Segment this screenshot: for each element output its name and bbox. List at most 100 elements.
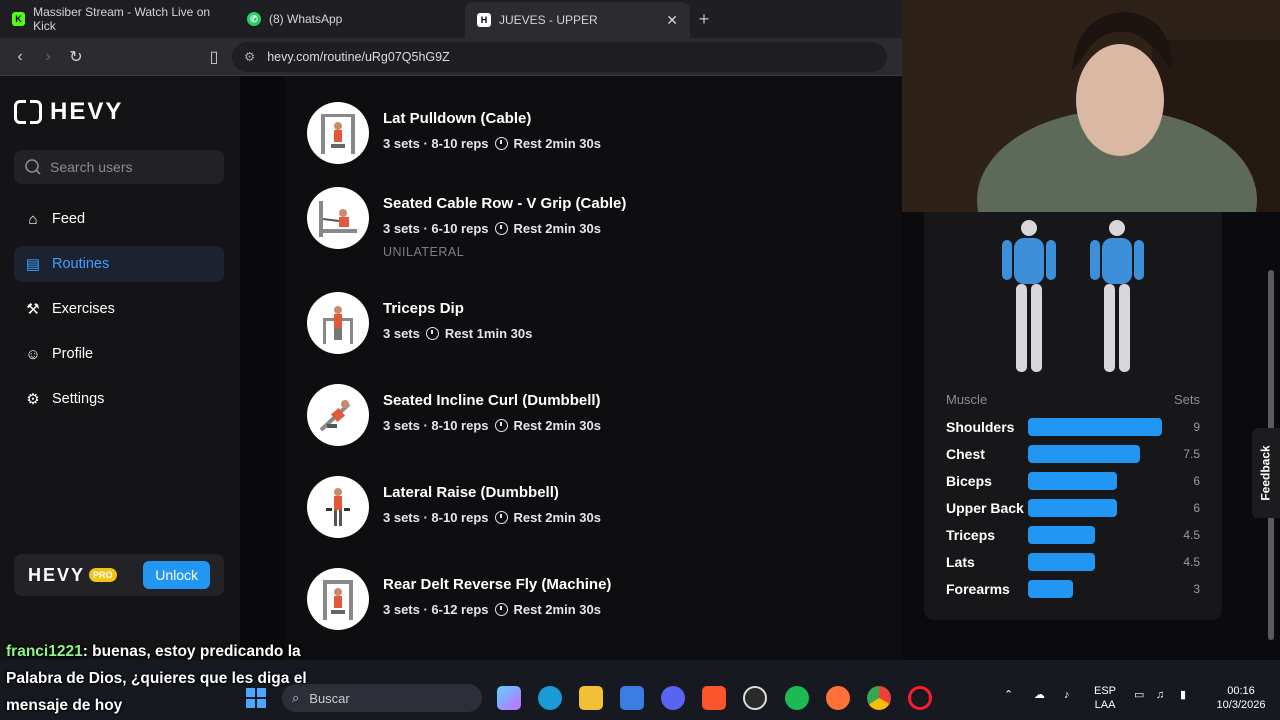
exercise-item[interactable]: Triceps Dip 3 sets Rest 1min 30s — [307, 292, 532, 354]
exercise-meta: 3 sets Rest 1min 30s — [383, 326, 532, 341]
network-icon[interactable]: ☁ — [1034, 688, 1045, 702]
feedback-button[interactable]: Feedback — [1252, 428, 1280, 518]
forward-icon[interactable]: › — [34, 48, 62, 66]
microphone-icon[interactable]: ♪ — [1064, 688, 1070, 702]
tab-label: (8) WhatsApp — [269, 12, 343, 26]
back-icon[interactable]: ‹ — [6, 48, 34, 66]
file-explorer-icon[interactable] — [579, 686, 603, 710]
timer-icon — [494, 222, 508, 235]
address-bar: ‹ › ↻ ▯ ⚙ hevy.com/routine/uRg07Q5hG9Z — [0, 38, 902, 76]
exercise-thumbnail — [307, 568, 369, 630]
close-tab-icon[interactable]: ✕ — [666, 12, 678, 29]
exercise-item[interactable]: Lateral Raise (Dumbbell) 3 sets · 8-10 r… — [307, 476, 601, 538]
display-icon[interactable]: ▭ — [1134, 688, 1144, 702]
muscle-bar-track — [1028, 553, 1178, 571]
tab-whatsapp[interactable]: ✆ (8) WhatsApp — [235, 0, 465, 38]
exercise-item[interactable]: Seated Cable Row - V Grip (Cable) 3 sets… — [307, 187, 626, 259]
discord-icon[interactable] — [661, 686, 685, 710]
muscle-sets-value: 3 — [1193, 582, 1200, 596]
muscle-bar — [1028, 553, 1095, 571]
sidebar-item-label: Routines — [52, 256, 110, 272]
firefox-icon[interactable] — [826, 686, 850, 710]
exercise-sets: 3 sets · 8-10 reps — [383, 136, 489, 151]
exercise-item[interactable]: Lat Pulldown (Cable) 3 sets · 8-10 reps R… — [307, 102, 601, 164]
new-tab-button[interactable]: + — [690, 9, 718, 30]
muscle-row: Upper Back 6 — [946, 498, 1200, 518]
pro-logo-text: HEVY — [28, 564, 86, 585]
streamer-webcam-image — [902, 0, 1280, 212]
exercise-item[interactable]: Seated Incline Curl (Dumbbell) 3 sets · … — [307, 384, 601, 446]
stream-chat-message: franci1221: buenas, estoy predicando la … — [0, 632, 330, 720]
muscle-name: Chest — [946, 446, 985, 462]
muscle-bar-track — [1028, 418, 1178, 436]
sidebar-item-label: Settings — [52, 391, 105, 407]
url-field[interactable]: ⚙ hevy.com/routine/uRg07Q5hG9Z — [232, 41, 887, 72]
logo-text: HEVY — [50, 98, 124, 125]
exercise-rest: Rest 2min 30s — [513, 602, 601, 617]
exercise-name: Seated Incline Curl (Dumbbell) — [383, 392, 601, 409]
exercise-meta: 3 sets · 6-12 reps Rest 2min 30s — [383, 602, 611, 617]
battery-icon[interactable]: ▮ — [1180, 688, 1186, 702]
muscle-sets-value: 4.5 — [1183, 555, 1200, 569]
sidebar-item-label: Exercises — [52, 301, 115, 317]
browser-tab-bar: K Massiber Stream - Watch Live on Kick ✆… — [0, 0, 902, 38]
exercise-name: Lat Pulldown (Cable) — [383, 110, 532, 127]
tab-hevy[interactable]: H JUEVES - UPPER ✕ — [465, 2, 690, 38]
exercise-meta: 3 sets · 8-10 reps Rest 2min 30s — [383, 510, 601, 525]
muscle-row: Triceps 4.5 — [946, 525, 1200, 545]
language-top: ESP — [1094, 685, 1117, 697]
search-icon — [25, 159, 41, 175]
reload-icon[interactable]: ↻ — [62, 47, 90, 67]
chevron-up-icon[interactable]: ⌃ — [1004, 688, 1013, 702]
muscle-bar — [1028, 580, 1073, 598]
spotify-icon[interactable] — [785, 686, 809, 710]
muscle-row: Biceps 6 — [946, 471, 1200, 491]
body-diagram-image — [1002, 220, 1144, 372]
muscle-table-header: Muscle Sets — [946, 392, 1200, 407]
muscle-name: Lats — [946, 554, 975, 570]
language-indicator[interactable]: ESP LAA — [1094, 684, 1116, 712]
gear-icon: ⚙ — [26, 391, 40, 408]
exercise-thumbnail — [307, 102, 369, 164]
exercise-meta: 3 sets · 8-10 reps Rest 2min 30s — [383, 136, 601, 151]
chrome-icon[interactable] — [867, 686, 891, 710]
muscle-bar — [1028, 526, 1095, 544]
exercise-item[interactable]: Rear Delt Reverse Fly (Machine) 3 sets ·… — [307, 568, 611, 630]
clock[interactable]: 00:16 10/3/2026 — [1210, 684, 1272, 712]
home-icon: ⌂ — [28, 210, 38, 228]
store-icon[interactable] — [620, 686, 644, 710]
sidebar-item-exercises[interactable]: ⚒ Exercises — [14, 291, 224, 327]
obs-icon[interactable] — [743, 686, 767, 710]
muscle-bar — [1028, 445, 1140, 463]
muscle-bar-track — [1028, 526, 1178, 544]
muscle-sets-value: 4.5 — [1183, 528, 1200, 542]
exercise-sets: 3 sets · 8-10 reps — [383, 418, 489, 433]
exercise-sets: 3 sets — [383, 326, 420, 341]
unlock-button[interactable]: Unlock — [143, 561, 210, 589]
volume-icon[interactable]: ♫ — [1156, 688, 1164, 702]
exercise-rest: Rest 2min 30s — [513, 221, 601, 236]
feedback-label: Feedback — [1259, 445, 1274, 501]
exercise-sets: 3 sets · 8-10 reps — [383, 510, 489, 525]
tab-kick[interactable]: K Massiber Stream - Watch Live on Kick — [0, 0, 235, 38]
opera-icon[interactable] — [908, 686, 932, 710]
bookmark-icon[interactable]: ▯ — [200, 47, 228, 67]
exercise-thumbnail — [307, 384, 369, 446]
brave-icon[interactable] — [702, 686, 726, 710]
hevy-logo-mark-icon — [14, 100, 42, 124]
muscle-bar-track — [1028, 499, 1178, 517]
muscle-header: Muscle — [946, 392, 988, 407]
timer-icon — [494, 511, 508, 524]
search-users-input[interactable]: Search users — [14, 150, 224, 184]
sidebar-item-routines[interactable]: ▤ Routines — [14, 246, 224, 282]
muscle-name: Shoulders — [946, 419, 1015, 435]
sidebar-item-profile[interactable]: ☺ Profile — [14, 336, 224, 372]
muscle-name: Upper Back — [946, 500, 1024, 516]
exercise-name: Rear Delt Reverse Fly (Machine) — [383, 576, 612, 593]
sidebar-item-feed[interactable]: ⌂ Feed — [14, 201, 224, 237]
copilot-icon[interactable] — [497, 686, 521, 710]
site-info-icon[interactable]: ⚙ — [244, 49, 255, 64]
sidebar-item-settings[interactable]: ⚙ Settings — [14, 381, 224, 417]
edge-icon[interactable] — [538, 686, 562, 710]
hevy-logo[interactable]: HEVY — [14, 98, 123, 126]
